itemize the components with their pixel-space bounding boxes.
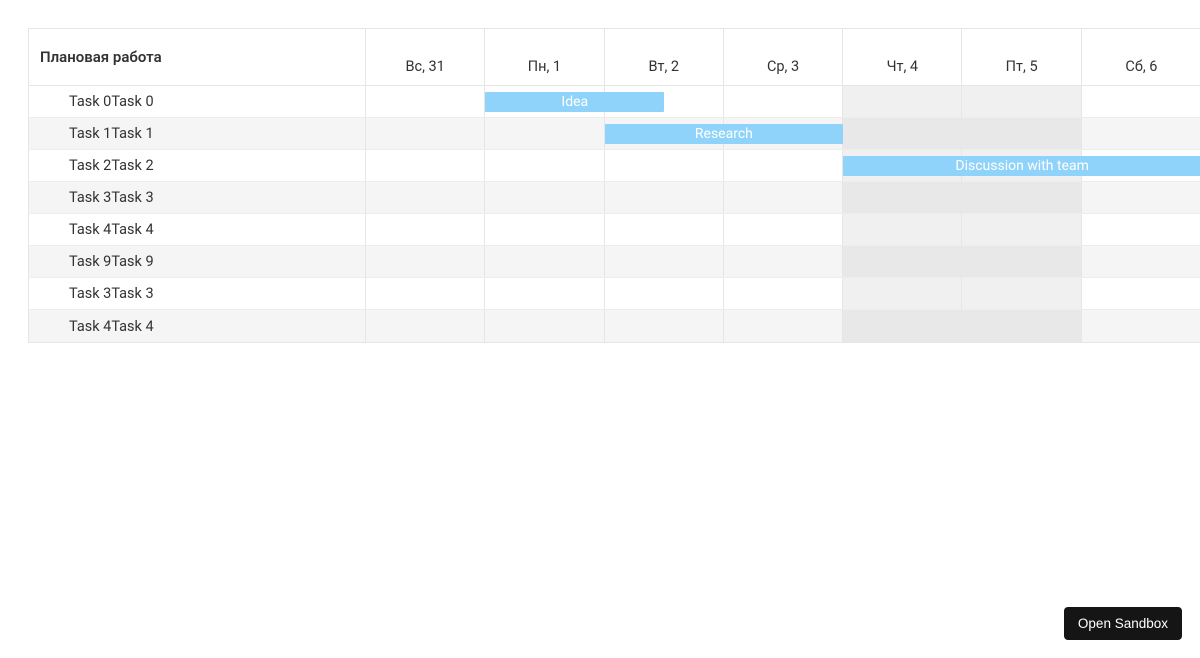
timeline-row — [366, 278, 1200, 310]
timeline-cell — [485, 246, 604, 277]
timeline-cell — [485, 118, 604, 149]
timeline-cell — [843, 214, 962, 245]
timeline-cell — [724, 86, 843, 117]
timeline-cell — [962, 118, 1081, 149]
timeline-body: Idea Research Discussion with team — [366, 86, 1200, 342]
task-row-label[interactable]: Task 3Task 3 — [29, 182, 365, 214]
timeline-cell — [366, 214, 485, 245]
gantt-container: Плановая работа Task 0Task 0Task 1Task 1… — [28, 28, 1200, 343]
timeline-cell — [485, 150, 604, 181]
timeline-cell — [485, 310, 604, 342]
gantt-bar[interactable]: Discussion with team — [843, 156, 1200, 176]
task-row-label[interactable]: Task 0Task 0 — [29, 86, 365, 118]
timeline-cell — [1082, 118, 1200, 149]
timeline-cell — [605, 214, 724, 245]
timeline-cell — [366, 246, 485, 277]
timeline-row: Idea — [366, 86, 1200, 118]
timeline-cell — [366, 310, 485, 342]
task-row-label[interactable]: Task 1Task 1 — [29, 118, 365, 150]
sidebar-title: Плановая работа — [29, 29, 365, 86]
task-row-label[interactable]: Task 4Task 4 — [29, 214, 365, 246]
timeline-row — [366, 214, 1200, 246]
day-column-header: Пт, 5 — [962, 29, 1081, 85]
timeline-cell — [605, 310, 724, 342]
timeline-cell — [724, 278, 843, 309]
task-row-label[interactable]: Task 4Task 4 — [29, 310, 365, 342]
timeline-cell — [724, 150, 843, 181]
day-column-header: Вт, 2 — [605, 29, 724, 85]
gantt-bar[interactable]: Idea — [485, 92, 664, 112]
timeline-row — [366, 182, 1200, 214]
timeline-cell — [366, 150, 485, 181]
timeline-cell — [1082, 310, 1200, 342]
timeline-header: Вс, 31Пн, 1Вт, 2Ср, 3Чт, 4Пт, 5Сб, 6 — [366, 29, 1200, 86]
timeline-cell — [1082, 246, 1200, 277]
timeline-cell — [962, 246, 1081, 277]
timeline-cell — [843, 246, 962, 277]
timeline-cell — [1082, 182, 1200, 213]
timeline-cell — [605, 246, 724, 277]
timeline: Вс, 31Пн, 1Вт, 2Ср, 3Чт, 4Пт, 5Сб, 6 Ide… — [366, 29, 1200, 342]
timeline-cell — [485, 182, 604, 213]
timeline-cell — [724, 182, 843, 213]
timeline-cell — [843, 182, 962, 213]
timeline-row: Discussion with team — [366, 150, 1200, 182]
timeline-cell — [366, 118, 485, 149]
timeline-cell — [605, 182, 724, 213]
day-column-header: Вс, 31 — [366, 29, 485, 85]
task-row-label[interactable]: Task 2Task 2 — [29, 150, 365, 182]
timeline-cell — [962, 278, 1081, 309]
timeline-cell — [843, 310, 962, 342]
day-column-header: Ср, 3 — [724, 29, 843, 85]
timeline-cell — [605, 150, 724, 181]
timeline-cell — [962, 214, 1081, 245]
task-list: Task 0Task 0Task 1Task 1Task 2Task 2Task… — [29, 86, 365, 342]
day-column-header: Чт, 4 — [843, 29, 962, 85]
open-sandbox-button[interactable]: Open Sandbox — [1064, 607, 1182, 640]
timeline-cell — [724, 310, 843, 342]
timeline-cell — [485, 278, 604, 309]
timeline-cell — [843, 86, 962, 117]
task-sidebar: Плановая работа Task 0Task 0Task 1Task 1… — [29, 29, 366, 342]
timeline-row — [366, 310, 1200, 342]
timeline-cell — [485, 214, 604, 245]
timeline-cell — [366, 86, 485, 117]
timeline-cell — [1082, 86, 1200, 117]
timeline-cell — [605, 278, 724, 309]
timeline-cell — [1082, 278, 1200, 309]
timeline-cell — [843, 118, 962, 149]
timeline-row: Research — [366, 118, 1200, 150]
day-column-header: Сб, 6 — [1082, 29, 1200, 85]
timeline-cell — [366, 278, 485, 309]
timeline-cell — [962, 310, 1081, 342]
timeline-cell — [366, 182, 485, 213]
gantt-bar[interactable]: Research — [605, 124, 844, 144]
timeline-cell — [962, 182, 1081, 213]
timeline-cell — [1082, 214, 1200, 245]
timeline-cell — [962, 86, 1081, 117]
day-column-header: Пн, 1 — [485, 29, 604, 85]
timeline-cell — [843, 278, 962, 309]
timeline-row — [366, 246, 1200, 278]
timeline-cell — [724, 214, 843, 245]
task-row-label[interactable]: Task 3Task 3 — [29, 278, 365, 310]
timeline-cell — [724, 246, 843, 277]
task-row-label[interactable]: Task 9Task 9 — [29, 246, 365, 278]
